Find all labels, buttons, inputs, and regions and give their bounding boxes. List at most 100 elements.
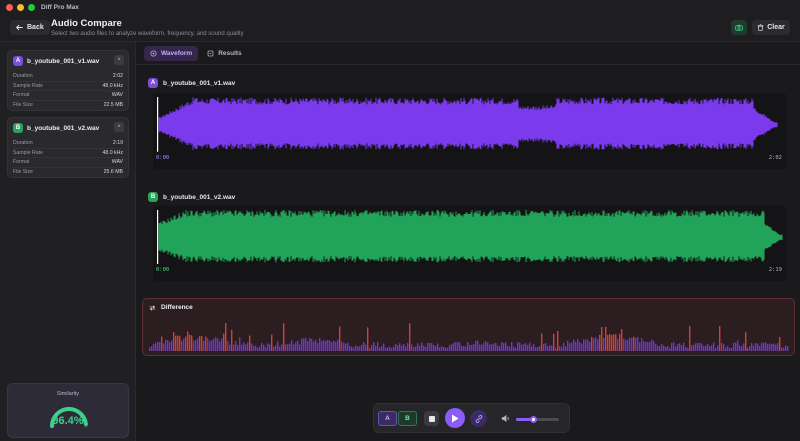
difference-bar xyxy=(453,342,455,351)
volume-icon[interactable] xyxy=(501,414,510,423)
difference-bar xyxy=(177,335,179,351)
minimize-window-button[interactable] xyxy=(17,3,24,11)
difference-bar xyxy=(603,337,605,351)
difference-bar xyxy=(271,334,273,351)
difference-bar xyxy=(423,345,425,351)
select-b-button[interactable]: B xyxy=(398,411,417,426)
difference-bar xyxy=(239,337,241,351)
difference-bar xyxy=(211,340,213,351)
difference-bar xyxy=(327,339,329,351)
row-label: Format xyxy=(13,92,30,99)
difference-bar xyxy=(279,346,281,351)
difference-bar xyxy=(291,340,293,351)
difference-bar xyxy=(661,344,663,351)
difference-bar xyxy=(501,341,503,351)
difference-bar xyxy=(733,342,735,351)
volume-slider[interactable] xyxy=(516,416,559,423)
difference-bar xyxy=(379,347,381,351)
similarity-card: Similarity 96.4% xyxy=(7,383,129,438)
difference-bar xyxy=(319,337,321,351)
select-a-button[interactable]: A xyxy=(378,411,397,426)
difference-bar xyxy=(497,345,499,351)
difference-bar xyxy=(149,347,151,351)
difference-bar xyxy=(315,339,317,351)
difference-bar xyxy=(261,342,263,351)
difference-bar xyxy=(527,345,529,351)
sync-button[interactable] xyxy=(470,410,487,427)
difference-bar xyxy=(251,343,253,351)
difference-bar xyxy=(519,342,521,351)
difference-bar xyxy=(635,338,637,351)
play-button[interactable] xyxy=(445,408,465,428)
difference-bar xyxy=(373,342,375,351)
difference-bar xyxy=(301,338,303,351)
difference-bar xyxy=(531,346,533,351)
difference-bar xyxy=(163,343,165,351)
difference-bar xyxy=(601,326,603,351)
difference-bar xyxy=(439,347,441,351)
difference-bar xyxy=(557,331,559,351)
waveform-a-badge: A xyxy=(148,78,158,88)
page-title: Audio Compare xyxy=(51,18,122,29)
zoom-window-button[interactable] xyxy=(28,3,35,11)
difference-bar xyxy=(437,343,439,351)
difference-bar xyxy=(725,347,727,351)
difference-bar xyxy=(631,337,633,351)
playhead-cursor[interactable] xyxy=(157,210,159,264)
difference-bar xyxy=(447,347,449,351)
difference-bar xyxy=(709,346,711,351)
waveform-a-title: b_youtube_001_v1.wav xyxy=(163,79,236,87)
difference-bar xyxy=(595,337,597,351)
difference-bar xyxy=(249,335,251,351)
difference-bar xyxy=(225,323,227,351)
difference-bar xyxy=(673,342,675,351)
difference-bar xyxy=(347,342,349,351)
difference-bar xyxy=(471,345,473,351)
row-value: 25.6 MB xyxy=(103,169,123,176)
difference-bar xyxy=(391,347,393,351)
difference-bar xyxy=(329,340,331,351)
clear-button[interactable]: Clear xyxy=(752,20,790,35)
difference-bar xyxy=(189,334,191,351)
difference-bar xyxy=(283,323,285,351)
file-b-samplerate-row: Sample Rate 48.0 kHz xyxy=(13,149,123,158)
difference-bar xyxy=(785,345,787,351)
remove-file-a-button[interactable]: × xyxy=(114,55,124,65)
difference-bar xyxy=(473,344,475,351)
stop-button[interactable] xyxy=(424,411,439,426)
playhead-cursor[interactable] xyxy=(157,97,159,152)
tab-waveform[interactable]: Waveform xyxy=(144,46,199,61)
similarity-value: 96.4% xyxy=(52,415,84,427)
difference-bar xyxy=(583,339,585,351)
waveform-b-canvas[interactable]: 0:00 2:19 xyxy=(153,206,786,281)
waveform-a-end-time: 2:02 xyxy=(768,155,782,161)
difference-bar xyxy=(185,336,187,351)
difference-bar xyxy=(493,343,495,351)
difference-bar xyxy=(511,342,513,351)
remove-file-b-button[interactable]: × xyxy=(114,122,124,132)
difference-bar xyxy=(265,347,267,351)
play-icon xyxy=(452,414,459,422)
volume-knob[interactable] xyxy=(529,416,537,423)
difference-bar xyxy=(253,345,255,351)
difference-bar xyxy=(521,344,523,351)
screenshot-button[interactable] xyxy=(731,20,747,35)
difference-bar xyxy=(467,341,469,351)
difference-bar xyxy=(589,341,591,351)
difference-bar xyxy=(781,347,783,351)
waveform-a-canvas[interactable]: 0:00 2:02 xyxy=(153,93,786,169)
difference-bar xyxy=(207,338,209,351)
back-button[interactable]: Back xyxy=(10,20,50,35)
difference-bar xyxy=(337,339,339,351)
difference-bar xyxy=(687,347,689,351)
row-value: 2:02 xyxy=(112,73,123,80)
difference-bar xyxy=(667,345,669,351)
close-window-button[interactable] xyxy=(6,3,13,11)
difference-bar xyxy=(499,346,501,351)
difference-bar xyxy=(719,325,721,351)
difference-bar xyxy=(477,340,479,351)
tab-results[interactable]: Results xyxy=(201,46,247,61)
difference-bar xyxy=(569,343,571,351)
row-value: 48.0 kHz xyxy=(102,149,123,156)
difference-bar xyxy=(775,344,777,351)
